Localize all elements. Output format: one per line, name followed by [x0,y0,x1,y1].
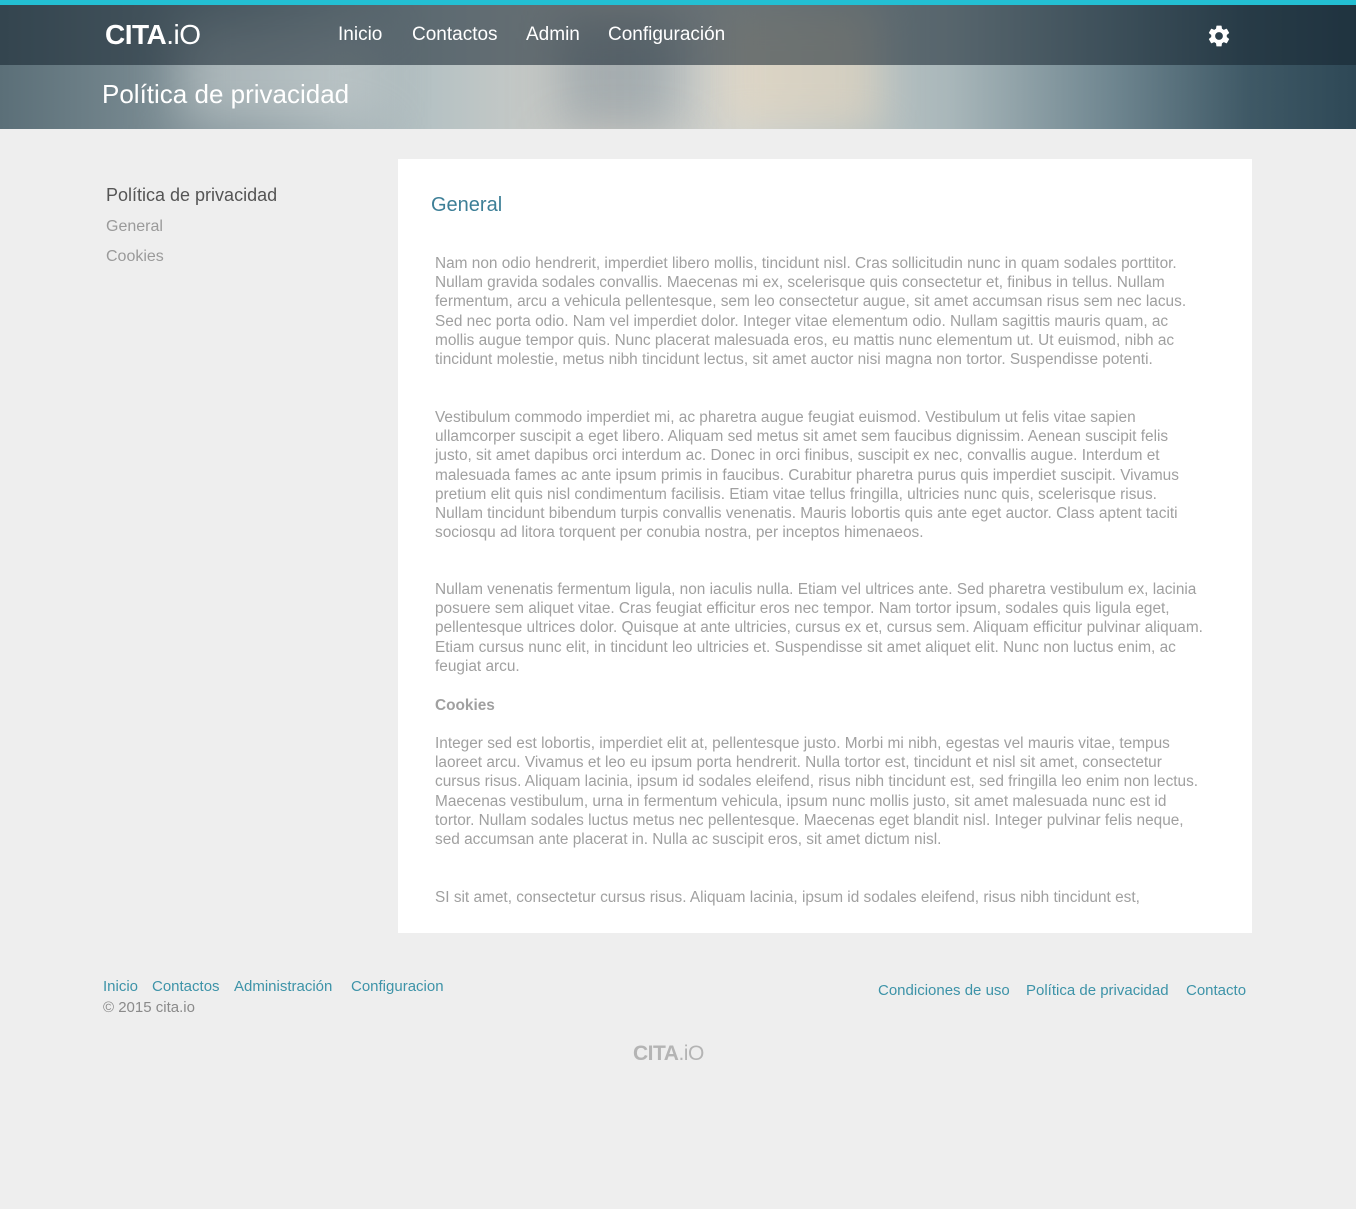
header-banner: CITA.iO Inicio Contactos Admin Configura… [0,5,1356,129]
nav-inicio[interactable]: Inicio [338,24,382,46]
section-heading-cookies: Cookies [435,697,495,714]
sidebar-link-cookies[interactable]: Cookies [106,248,164,266]
footer-link-configuracion[interactable]: Configuracion [351,978,444,995]
footer-link-administracion[interactable]: Administración [234,978,332,995]
sidebar-link-general[interactable]: General [106,218,163,236]
nav-admin[interactable]: Admin [526,24,580,46]
logo[interactable]: CITA.iO [105,19,201,51]
paragraph: Vestibulum commodo imperdiet mi, ac phar… [435,409,1179,542]
footer-link-inicio[interactable]: Inicio [103,978,138,995]
nav-contactos[interactable]: Contactos [412,24,498,46]
footer-link-privacidad[interactable]: Política de privacidad [1026,982,1169,999]
footer-link-contacto[interactable]: Contacto [1186,982,1246,999]
gear-icon[interactable] [1206,23,1232,49]
copyright: © 2015 cita.io [103,999,195,1016]
footer-link-contactos[interactable]: Contactos [152,978,220,995]
paragraph: Nullam venenatis fermentum ligula, non i… [435,581,1203,675]
page-title: Política de privacidad [102,79,350,109]
footer-logo: CITA.iO [633,1042,704,1065]
paragraph: Nam non odio hendrerit, imperdiet libero… [435,255,1187,369]
navbar: CITA.iO Inicio Contactos Admin Configura… [0,5,1356,65]
paragraph: SI sit amet, consectetur cursus risus. A… [435,889,1140,906]
footer-link-condiciones[interactable]: Condiciones de uso [878,982,1010,999]
section-heading-general: General [431,194,503,216]
nav-configuracion[interactable]: Configuración [608,24,725,46]
paragraph: Integer sed est lobortis, imperdiet elit… [435,735,1199,849]
content-card: General Nam non odio hendrerit, imperdie… [398,159,1252,933]
sidebar-title: Política de privacidad [106,185,278,205]
